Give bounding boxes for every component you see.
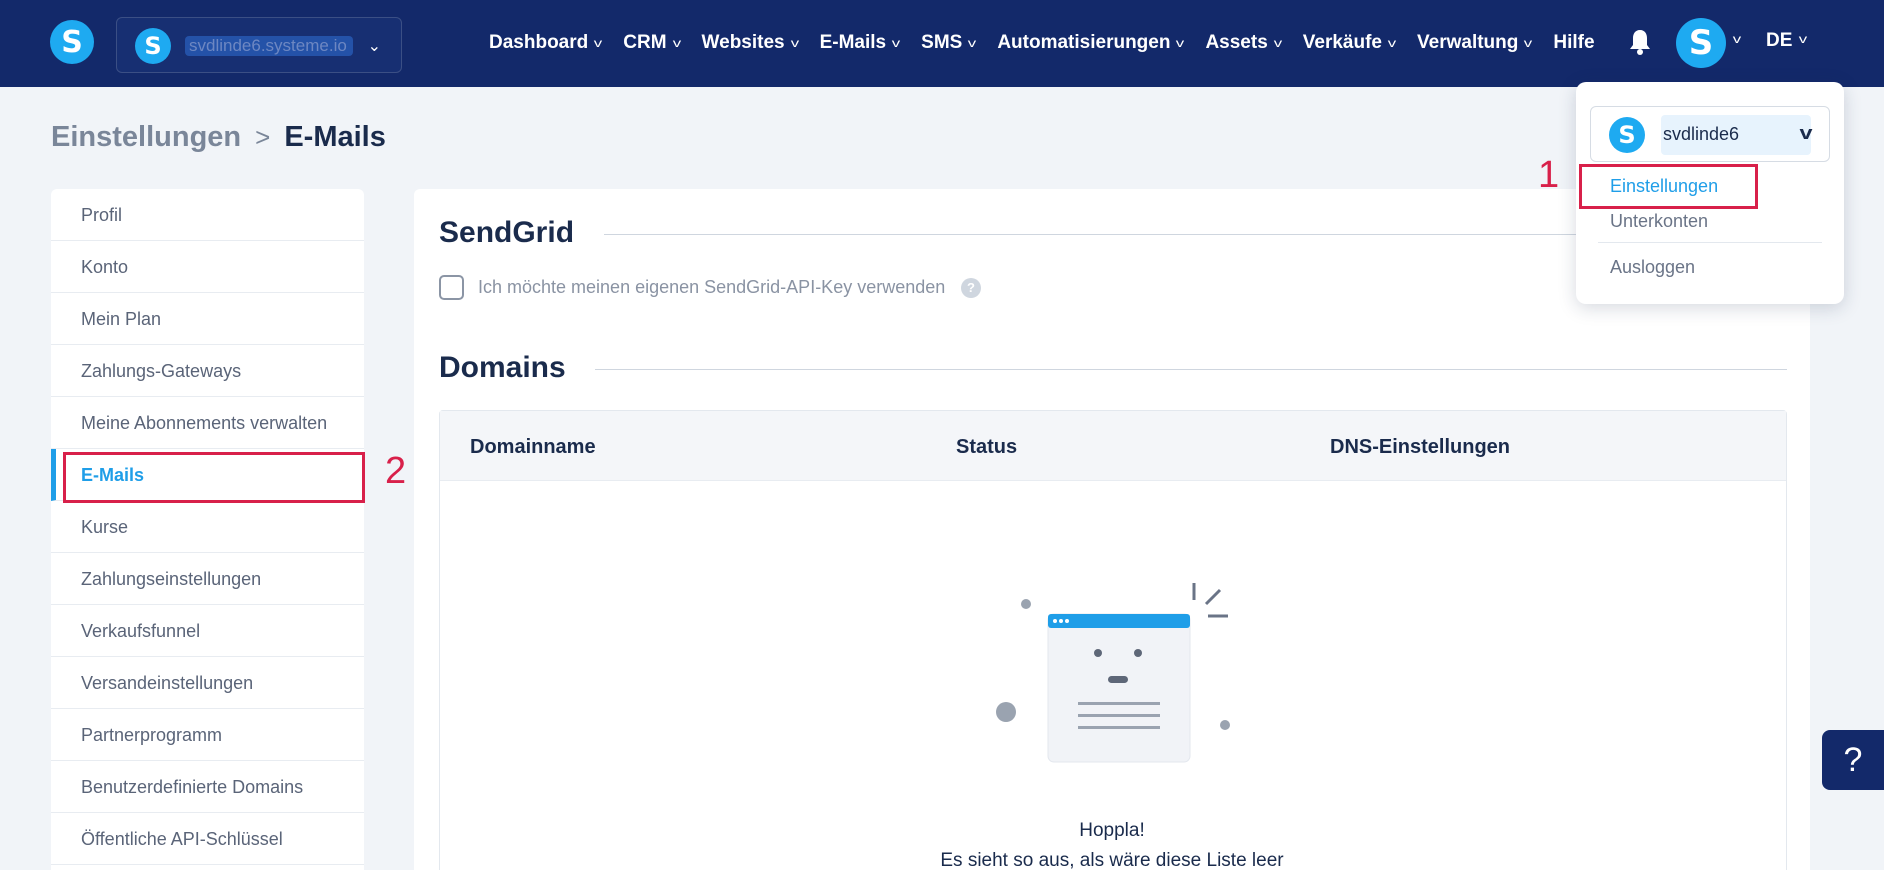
chevron-down-icon[interactable]: v <box>1799 32 1807 46</box>
sendgrid-checkbox-label[interactable]: Ich möchte meinen eigenen SendGrid-API-K… <box>478 277 945 298</box>
menu-item-unterkonten[interactable]: Unterkonten <box>1610 211 1708 232</box>
nav-verkaeufe[interactable]: Verkäufe v <box>1303 32 1397 54</box>
menu-item-ausloggen[interactable]: Ausloggen <box>1610 257 1695 278</box>
nav-crm[interactable]: CRM v <box>623 32 681 54</box>
breadcrumb: Einstellungen > E-Mails <box>51 121 386 154</box>
chevron-down-icon: v <box>1273 36 1282 50</box>
systeme-logo[interactable]: S <box>50 20 94 64</box>
settings-sidebar: Profil Konto Mein Plan Zahlungs-Gateways… <box>51 189 364 870</box>
sidebar-item-versandeinstellungen[interactable]: Versandeinstellungen <box>51 657 364 709</box>
chevron-down-icon: v <box>1387 36 1397 50</box>
chevron-down-icon: v <box>790 36 799 50</box>
menu-divider <box>1598 242 1822 243</box>
nav-websites[interactable]: Websites v <box>702 32 799 54</box>
chevron-down-icon: v <box>1799 123 1813 143</box>
user-avatar[interactable]: S <box>1676 18 1726 68</box>
account-switcher-label: svdlinde6.systeme.io <box>185 36 353 56</box>
account-name: svdlinde6 <box>1663 124 1740 144</box>
chevron-down-icon: v <box>968 36 977 50</box>
annotation-box-2 <box>63 452 365 503</box>
help-icon[interactable]: ? <box>961 278 981 298</box>
sidebar-item-profil[interactable]: Profil <box>51 189 364 241</box>
nav-assets[interactable]: Assets v <box>1205 32 1282 54</box>
chevron-down-icon: ⌄ <box>367 38 381 55</box>
sidebar-item-konto[interactable]: Konto <box>51 241 364 293</box>
annotation-number-1: 1 <box>1538 154 1560 196</box>
section-divider <box>595 369 1787 370</box>
nav-sms[interactable]: SMS v <box>921 32 977 54</box>
account-logo: S <box>1609 117 1645 153</box>
table-header: Domainname Status DNS-Einstellungen <box>440 411 1786 481</box>
main-nav: Dashboard v CRM v Websites v E-Mails v SMS v … <box>489 28 1617 58</box>
chevron-down-icon: v <box>594 36 603 50</box>
column-dns-settings: DNS-Einstellungen <box>1330 436 1511 458</box>
sidebar-item-custom-domains[interactable]: Benutzerdefinierte Domains <box>51 761 364 813</box>
sendgrid-title: SendGrid <box>439 216 575 249</box>
column-status: Status <box>956 436 1018 458</box>
empty-list-illustration-icon <box>996 583 1230 763</box>
bell-icon[interactable] <box>1628 28 1652 56</box>
language-selector[interactable]: DE <box>1766 30 1792 52</box>
sidebar-item-partnerprogramm[interactable]: Partnerprogramm <box>51 709 364 761</box>
chevron-down-icon: v <box>891 36 901 50</box>
domains-title: Domains <box>439 351 566 384</box>
nav-hilfe[interactable]: Hilfe <box>1553 32 1594 54</box>
account-logo: S <box>135 28 171 64</box>
sidebar-item-zahlungseinstellungen[interactable]: Zahlungseinstellungen <box>51 553 364 605</box>
account-switcher[interactable]: S svdlinde6.systeme.io ⌄ <box>116 17 402 73</box>
sidebar-item-zahlungs-gateways[interactable]: Zahlungs-Gateways <box>51 345 364 397</box>
annotation-box-1 <box>1579 164 1758 209</box>
empty-state-subtitle: Es sieht so aus, als wäre diese Liste le… <box>940 850 1284 870</box>
help-chat-button[interactable]: ? <box>1822 730 1884 790</box>
nav-automatisierungen[interactable]: Automatisierungen v <box>997 32 1185 54</box>
chevron-down-icon: v <box>1176 36 1185 50</box>
empty-state-title: Hoppla! <box>1079 820 1145 841</box>
sidebar-item-mein-plan[interactable]: Mein Plan <box>51 293 364 345</box>
sidebar-item-kurse[interactable]: Kurse <box>51 501 364 553</box>
top-navigation-bar: S S svdlinde6.systeme.io ⌄ Dashboard v CR… <box>0 0 1884 87</box>
chevron-down-icon: v <box>1524 36 1533 50</box>
breadcrumb-parent[interactable]: Einstellungen <box>51 121 241 154</box>
column-domainname: Domainname <box>470 436 596 458</box>
nav-emails[interactable]: E-Mails v <box>820 32 901 54</box>
sidebar-item-verkaufsfunnel[interactable]: Verkaufsfunnel <box>51 605 364 657</box>
nav-dashboard[interactable]: Dashboard v <box>489 32 603 54</box>
chevron-down-icon[interactable]: v <box>1733 32 1741 46</box>
breadcrumb-separator: > <box>255 122 271 152</box>
chevron-down-icon: v <box>672 36 681 50</box>
page-title: E-Mails <box>284 121 386 153</box>
sidebar-item-api-keys[interactable]: Öffentliche API-Schlüssel <box>51 813 364 865</box>
annotation-number-2: 2 <box>385 450 407 492</box>
sidebar-item-abonnements[interactable]: Meine Abonnements verwalten <box>51 397 364 449</box>
dropdown-account-switcher[interactable]: S svdlinde6 v <box>1590 106 1830 162</box>
sendgrid-api-key-checkbox[interactable] <box>439 275 464 300</box>
nav-verwaltung[interactable]: Verwaltung v <box>1417 32 1533 54</box>
